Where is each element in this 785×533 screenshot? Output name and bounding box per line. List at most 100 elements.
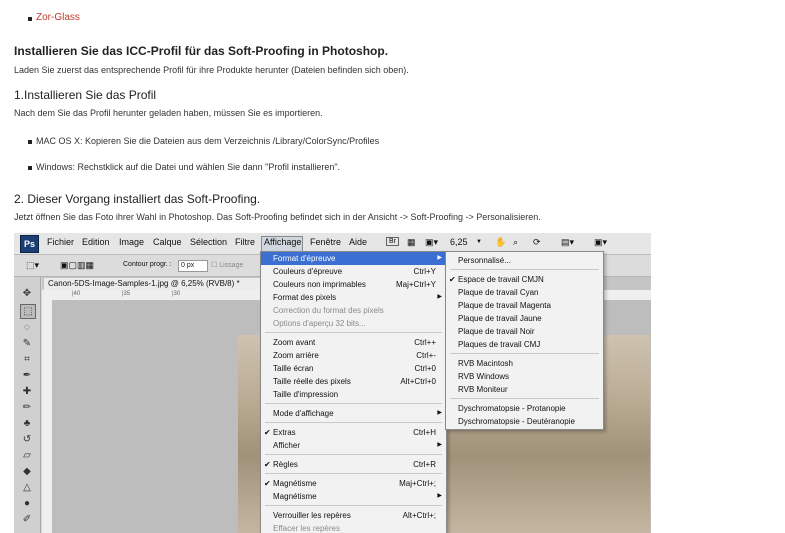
menu-affichage[interactable]: Affichage (264, 237, 301, 247)
menu-image[interactable]: Image (119, 237, 144, 247)
clone-stamp-tool-icon[interactable]: ♣ (20, 417, 34, 430)
menu-item-magnetisme[interactable]: Magnétisme ▶ (261, 490, 446, 503)
submenu-item-label: Plaques de travail CMJ (458, 340, 541, 349)
arrange-documents-icon[interactable]: ▤▾ (561, 237, 574, 248)
history-brush-tool-icon[interactable]: ↺ (20, 433, 34, 446)
screen-mode-icon[interactable]: ▣▾ (425, 237, 438, 248)
list-item-mac: MAC OS X: Kopieren Sie die Dateien aus d… (36, 136, 380, 146)
crop-tool-icon[interactable]: ⌗ (20, 353, 34, 366)
menu-item-taille-ecran[interactable]: Taille écran Ctrl+0 (261, 362, 446, 375)
submenu-item-label: RVB Moniteur (458, 385, 508, 394)
brush-tool-icon[interactable]: ✏ (20, 401, 34, 414)
menu-item-label: Afficher (273, 441, 300, 450)
menu-filtre[interactable]: Filtre (235, 237, 255, 247)
menu-separator (450, 269, 599, 270)
menu-item-couleurs-d-epreuve[interactable]: Couleurs d'épreuve Ctrl+Y (261, 265, 446, 278)
zor-glass-link[interactable]: Zor-Glass (36, 12, 80, 23)
menu-item-zoom-arriere[interactable]: Zoom arrière Ctrl+- (261, 349, 446, 362)
menu-item-label: Extras (273, 428, 296, 437)
list-item-windows: Windows: Rechstklick auf die Datei und w… (36, 162, 341, 172)
bridge-icon[interactable]: Br (386, 237, 399, 246)
menu-item-extras[interactable]: ✔ Extras Ctrl+H (261, 426, 446, 439)
paint-bucket-tool-icon[interactable]: ◆ (20, 465, 34, 478)
menu-item-label: Couleurs non imprimables (273, 280, 366, 289)
menu-edition[interactable]: Edition (82, 237, 110, 247)
submenu-item-rvb-macintosh[interactable]: RVB Macintosh (446, 357, 603, 370)
eraser-tool-icon[interactable]: ▱ (20, 449, 34, 462)
menu-item-regles[interactable]: ✔ Règles Ctrl+R (261, 458, 446, 471)
menu-item-label: Correction du format des pixels (273, 306, 384, 315)
submenu-item-espace-de-travail-cmjn[interactable]: ✔ Espace de travail CMJN (446, 273, 603, 286)
zoom-dropdown-icon[interactable]: ▼ (476, 239, 482, 245)
menu-item-shortcut: Ctrl+- (416, 351, 436, 360)
pen-tool-icon[interactable]: ✐ (20, 513, 34, 526)
section-text-open-photo: Jetzt öffnen Sie das Foto ihrer Wahl in … (14, 212, 541, 222)
menu-item-magnetisme[interactable]: ✔ Magnétisme Maj+Ctrl+; (261, 477, 446, 490)
menu-fenetre[interactable]: Fenêtre (310, 237, 341, 247)
menu-item-shortcut: Ctrl+Y (413, 267, 436, 276)
submenu-item-dyschromatopsie-protanopie[interactable]: Dyschromatopsie - Protanopie (446, 402, 603, 415)
quick-select-tool-icon[interactable]: ✎ (20, 337, 34, 350)
healing-tool-icon[interactable]: ✚ (20, 385, 34, 398)
bullet (28, 17, 32, 21)
submenu-item-dyschromatopsie-deuteranopie[interactable]: Dyschromatopsie - Deutéranopie (446, 415, 603, 428)
submenu-item-rvb-windows[interactable]: RVB Windows (446, 370, 603, 383)
submenu-item-plaque-de-travail-magenta[interactable]: Plaque de travail Magenta (446, 299, 603, 312)
menu-item-shortcut: Alt+Ctrl+; (402, 511, 436, 520)
selection-mode-icons[interactable]: ▣▢▥▦ (60, 260, 94, 271)
workspace-icon[interactable]: ▣▾ (594, 237, 607, 248)
menu-item-taille-d-impression[interactable]: Taille d'impression (261, 388, 446, 401)
lasso-tool-icon[interactable]: ◌ (20, 321, 34, 334)
menu-separator (265, 332, 442, 333)
blur-tool-icon[interactable]: △ (20, 481, 34, 494)
submenu-item-plaque-de-travail-jaune[interactable]: Plaque de travail Jaune (446, 312, 603, 325)
marquee-preset-icon[interactable]: ⬚▾ (26, 260, 39, 271)
menu-separator (450, 353, 599, 354)
submenu-arrow-icon: ▶ (437, 493, 442, 499)
menu-item-afficher[interactable]: Afficher ▶ (261, 439, 446, 452)
menu-selection[interactable]: Sélection (190, 237, 227, 247)
ruler-mark: |40 (72, 291, 81, 297)
move-tool-icon[interactable]: ✥ (20, 287, 34, 300)
submenu-item-personnalise[interactable]: Personnalisé... (446, 254, 603, 267)
menu-separator (450, 398, 599, 399)
submenu-item-label: RVB Windows (458, 372, 509, 381)
submenu-item-rvb-moniteur[interactable]: RVB Moniteur (446, 383, 603, 396)
zoom-level[interactable]: 6,25 (450, 237, 468, 247)
lissage-checkbox[interactable]: ☐ Lissage (211, 261, 243, 269)
menu-item-couleurs-non-imprimables[interactable]: Couleurs non imprimables Maj+Ctrl+Y (261, 278, 446, 291)
document-tab[interactable]: Canon-5DS-Image-Samples-1.jpg @ 6,25% (R… (44, 278, 268, 290)
rotate-view-icon[interactable]: ⟳ (533, 237, 541, 248)
lissage-label: Lissage (219, 262, 244, 269)
menu-item-format-des-pixels[interactable]: Format des pixels ▶ (261, 291, 446, 304)
menu-fichier[interactable]: Fichier (47, 237, 74, 247)
menu-item-taille-reelle-des-pixels[interactable]: Taille réelle des pixels Alt+Ctrl+0 (261, 375, 446, 388)
menu-item-label: Taille d'impression (273, 390, 339, 399)
eyedropper-tool-icon[interactable]: ✒ (20, 369, 34, 382)
hand-tool-icon[interactable]: ✋ (495, 237, 506, 248)
menu-item-shortcut: Ctrl+H (413, 428, 436, 437)
menu-item-format-d-epreuve[interactable]: Format d'épreuve ▶ (261, 252, 446, 265)
marquee-tool-icon[interactable]: ⬚ (20, 304, 36, 319)
menu-item-zoom-avant[interactable]: Zoom avant Ctrl++ (261, 336, 446, 349)
photoshop-logo: Ps (20, 235, 39, 253)
menu-separator (265, 422, 442, 423)
submenu-arrow-icon: ▶ (437, 255, 442, 261)
bullet (28, 166, 32, 170)
menu-item-options-d-apercu-32-bits: Options d'aperçu 32 bits... (261, 317, 446, 330)
ruler-mark: |35 (122, 291, 131, 297)
menu-item-shortcut: Ctrl+0 (414, 364, 436, 373)
menu-aide[interactable]: Aide (349, 237, 367, 247)
submenu-item-plaque-de-travail-noir[interactable]: Plaque de travail Noir (446, 325, 603, 338)
view-extras-icon[interactable]: ▦ (407, 237, 416, 248)
menu-item-verrouiller-les-reperes[interactable]: Verrouiller les repères Alt+Ctrl+; (261, 509, 446, 522)
zoom-tool-icon[interactable]: ⌕ (513, 237, 518, 248)
menu-item-mode-d-affichage[interactable]: Mode d'affichage ▶ (261, 407, 446, 420)
menu-calque[interactable]: Calque (153, 237, 182, 247)
submenu-item-plaques-de-travail-cmj[interactable]: Plaques de travail CMJ (446, 338, 603, 351)
menu-item-label: Règles (273, 460, 298, 469)
contour-input[interactable]: 0 px (178, 260, 208, 272)
submenu-item-plaque-de-travail-cyan[interactable]: Plaque de travail Cyan (446, 286, 603, 299)
dodge-tool-icon[interactable]: ● (20, 497, 34, 510)
submenu-arrow-icon: ▶ (437, 294, 442, 300)
